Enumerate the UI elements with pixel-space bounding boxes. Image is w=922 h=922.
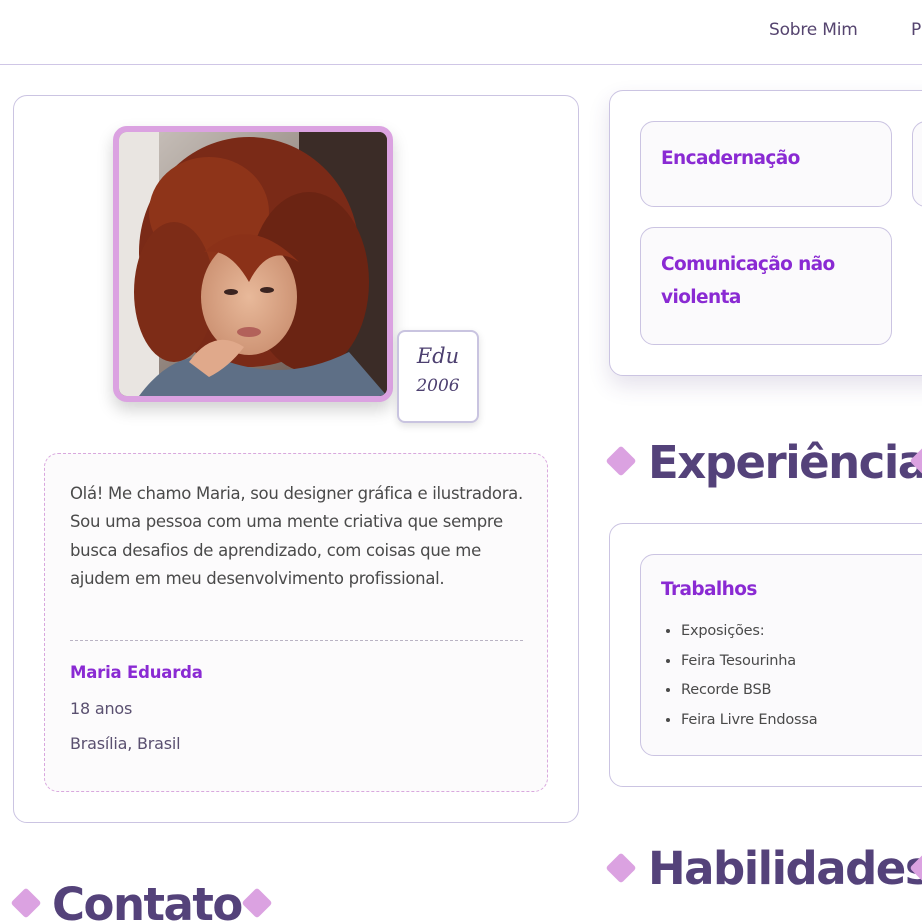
diamond-icon	[605, 852, 637, 884]
list-item: Feira Tesourinha	[681, 651, 817, 681]
skills-heading: Habilidades	[648, 842, 922, 895]
experience-heading: Experiência	[648, 436, 922, 489]
profile-photo-image	[119, 132, 387, 396]
badge-year: 2006	[416, 376, 460, 396]
contact-heading: Contato	[52, 878, 243, 922]
diamond-icon	[241, 887, 273, 919]
course-title: Encadernação	[661, 148, 800, 169]
badge-nickname: Edu	[416, 344, 460, 368]
nav-link-next[interactable]: P	[911, 20, 921, 40]
list-item: Exposições:	[681, 621, 817, 651]
course-title: Comunicação não violenta	[661, 254, 835, 308]
bio-box: Olá! Me chamo Maria, sou designer gráfic…	[44, 453, 548, 792]
profile-age: 18 anos	[70, 699, 133, 718]
list-item: Recorde BSB	[681, 680, 817, 710]
nav-link-sobre-mim[interactable]: Sobre Mim	[769, 20, 858, 40]
profile-photo	[113, 126, 393, 402]
work-item: Trabalhos Exposições: Feira Tesourinha R…	[640, 554, 922, 756]
work-list: Exposições: Feira Tesourinha Recorde BSB…	[681, 621, 818, 740]
course-item: Encadernação	[640, 121, 892, 207]
bio-divider	[70, 640, 523, 641]
nickname-badge: Edu 2006	[397, 330, 479, 423]
list-item: Feira Livre Endossa	[681, 710, 818, 740]
profile-location: Brasília, Brasil	[70, 734, 181, 753]
top-nav: Sobre Mim P	[0, 0, 922, 65]
bio-text: Olá! Me chamo Maria, sou designer gráfic…	[70, 484, 523, 588]
course-item-partial	[912, 121, 922, 207]
diamond-icon	[10, 887, 42, 919]
work-title: Trabalhos	[661, 579, 757, 600]
profile-name: Maria Eduarda	[70, 663, 203, 682]
course-item: Comunicação não violenta	[640, 227, 892, 345]
diamond-icon	[605, 445, 637, 477]
